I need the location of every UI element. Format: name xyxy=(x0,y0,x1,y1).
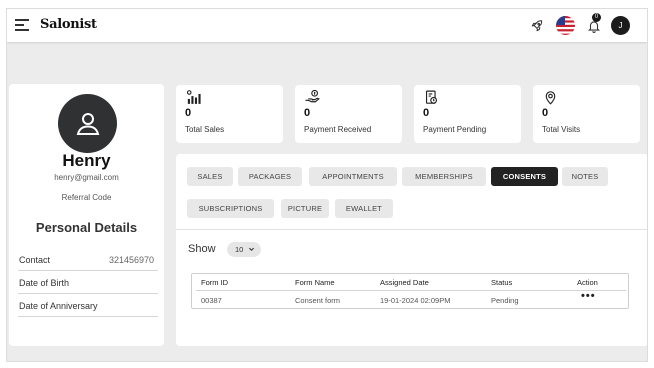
tab-notes[interactable]: NOTES xyxy=(562,167,608,186)
page-size-select[interactable]: 10 xyxy=(227,242,261,257)
divider xyxy=(196,290,626,291)
tab-sales[interactable]: SALES xyxy=(187,167,233,186)
notification-badge: 0 xyxy=(592,13,601,22)
tab-appointments[interactable]: APPOINTMENTS xyxy=(309,167,397,186)
tab-memberships[interactable]: MEMBERSHIPS xyxy=(402,167,486,186)
more-actions-icon[interactable]: ••• xyxy=(581,290,596,302)
stat-card-total-visits: 0 Total Visits xyxy=(533,85,640,143)
salonist-logo[interactable]: Salonist xyxy=(40,17,97,32)
stat-value: 0 xyxy=(185,107,192,119)
consents-panel: SALES PACKAGES APPOINTMENTS MEMBERSHIPS … xyxy=(176,154,647,346)
stat-label: Payment Received xyxy=(304,125,372,134)
app-window: Salonist 0 J Henry henry@gmail.com Refer… xyxy=(6,8,648,362)
profile-card: Henry henry@gmail.com Referral Code Pers… xyxy=(9,84,164,346)
divider xyxy=(176,229,647,230)
tab-consents[interactable]: CONSENTS xyxy=(491,167,558,186)
consents-table: Form ID Form Name Assigned Date Status A… xyxy=(191,273,629,309)
tab-subscriptions[interactable]: SUBSCRIPTIONS xyxy=(187,199,274,218)
stat-value: 0 xyxy=(423,107,430,119)
detail-label: Date of Birth xyxy=(19,278,70,288)
cell-form-name[interactable]: Consent form xyxy=(295,296,340,305)
stat-label: Total Sales xyxy=(185,125,225,134)
user-avatar[interactable]: J xyxy=(611,16,630,35)
us-flag-icon[interactable] xyxy=(556,16,575,35)
stat-card-total-sales: 0 Total Sales xyxy=(176,85,283,143)
sales-chart-icon xyxy=(186,90,201,104)
tab-packages[interactable]: PACKAGES xyxy=(238,167,302,186)
referral-code-label: Referral Code xyxy=(61,193,112,202)
cell-status: Pending xyxy=(491,296,519,305)
rocket-icon[interactable] xyxy=(528,17,546,35)
visit-location-icon xyxy=(545,91,556,105)
profile-name: Henry xyxy=(62,151,111,170)
column-header: Form Name xyxy=(295,278,335,287)
detail-row-contact: Contact 321456970 xyxy=(18,249,158,271)
user-icon xyxy=(76,112,99,135)
personal-details-heading: Personal Details xyxy=(35,220,138,235)
stat-card-payment-pending: 0 Payment Pending xyxy=(414,85,521,143)
payment-hand-icon xyxy=(305,89,320,103)
stat-label: Total Visits xyxy=(542,125,581,134)
detail-value: 321456970 xyxy=(108,255,154,265)
cell-form-id: 00387 xyxy=(201,296,222,305)
column-header: Assigned Date xyxy=(380,278,429,287)
stat-label: Payment Pending xyxy=(423,125,487,134)
detail-label: Contact xyxy=(19,255,51,265)
menu-icon[interactable] xyxy=(15,19,29,31)
tab-picture[interactable]: PICTURE xyxy=(281,199,329,218)
detail-row-dob: Date of Birth xyxy=(18,272,158,294)
page-size-value: 10 xyxy=(235,245,244,254)
avatar xyxy=(58,94,117,153)
detail-label: Date of Anniversary xyxy=(19,301,98,311)
pending-invoice-icon xyxy=(425,90,438,104)
stat-value: 0 xyxy=(304,107,311,119)
profile-email: henry@gmail.com xyxy=(54,173,119,182)
chevron-down-icon xyxy=(249,247,254,251)
tab-ewallet[interactable]: EWALLET xyxy=(335,199,393,218)
stat-card-payment-received: 0 Payment Received xyxy=(295,85,402,143)
stat-value: 0 xyxy=(542,107,549,119)
column-header: Action xyxy=(577,278,598,287)
detail-row-anniversary: Date of Anniversary xyxy=(18,295,158,317)
show-label: Show xyxy=(188,243,216,255)
cell-assigned-date: 19-01-2024 02:09PM xyxy=(380,296,451,305)
column-header: Status xyxy=(491,278,513,287)
top-bar: Salonist 0 J xyxy=(7,9,647,42)
column-header: Form ID xyxy=(201,278,229,287)
